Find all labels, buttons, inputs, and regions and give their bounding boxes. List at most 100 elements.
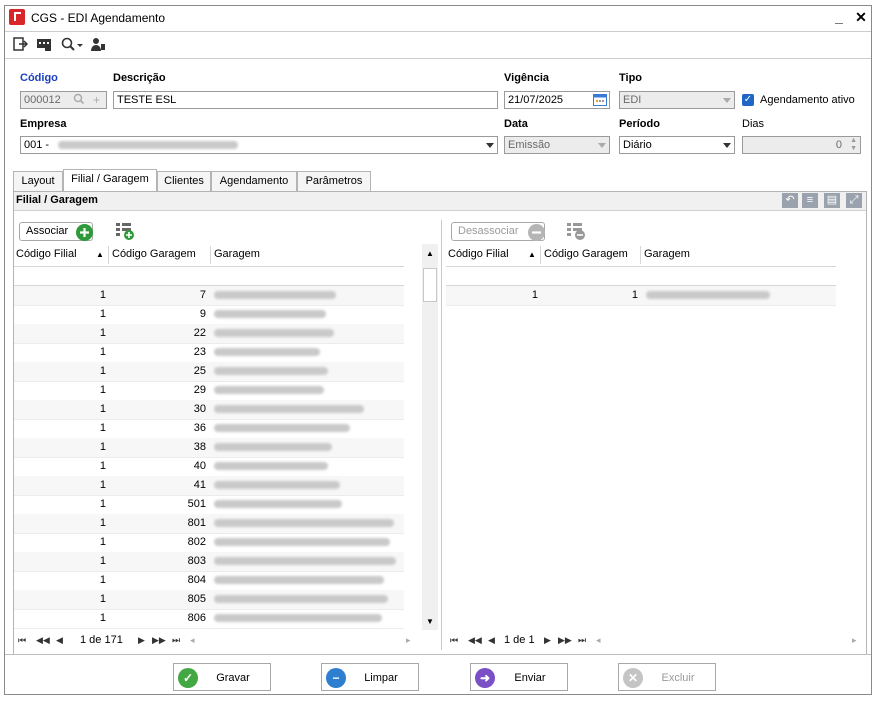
agendamento-ativo-checkbox[interactable]: ✓ [742, 94, 754, 106]
prev-page-icon[interactable]: ◀ [56, 635, 63, 646]
col-codigo-filial[interactable]: Código Filial [16, 248, 77, 260]
stepper-arrows-icon[interactable]: ▲ ▼ [850, 137, 857, 153]
sort-asc-icon[interactable]: ▲ [528, 250, 536, 259]
app-logo-icon [9, 9, 25, 25]
cell-codigo-filial: 1 [99, 479, 106, 491]
user-icon[interactable] [89, 36, 107, 52]
table-row[interactable]: 1 40 [14, 457, 404, 477]
table-row[interactable]: 1 25 [14, 362, 404, 382]
next-block-icon[interactable]: ▶▶ [152, 635, 166, 646]
next-page-icon[interactable]: ▶ [138, 635, 145, 646]
codigo-field[interactable]: 000012 + [20, 91, 107, 109]
table-row[interactable]: 1 30 [14, 400, 404, 420]
last-page-icon[interactable]: ⏭ [172, 635, 180, 646]
exit-icon[interactable] [11, 36, 29, 52]
table-row[interactable]: 1 22 [14, 324, 404, 344]
cell-codigo-garagem: 805 [187, 593, 206, 605]
tab-layout[interactable]: Layout [13, 171, 63, 191]
redacted-text [214, 405, 364, 414]
panel-title: Filial / Garagem [16, 194, 98, 206]
expand-icon[interactable]: ⤢ [846, 193, 862, 208]
cell-garagem [214, 533, 390, 551]
add-icon[interactable]: + [93, 92, 100, 108]
clipboard-icon[interactable]: ▤ [824, 193, 840, 208]
first-page-icon[interactable]: ⏮ [18, 635, 26, 646]
cell-codigo-garagem: 23 [193, 346, 206, 358]
gravar-button[interactable]: ✓ Gravar [173, 663, 271, 691]
table-row[interactable]: 1 36 [14, 419, 404, 439]
desassociar-button[interactable]: Desassociar [451, 222, 545, 241]
table-row[interactable]: 1 29 [14, 381, 404, 401]
limpar-button[interactable]: − Limpar [321, 663, 419, 691]
table-row[interactable]: 1 38 [14, 438, 404, 458]
associar-button[interactable]: Associar [19, 222, 93, 241]
filter-row[interactable] [14, 267, 404, 286]
table-row[interactable]: 1 801 [14, 514, 404, 534]
table-row[interactable]: 1 23 [14, 343, 404, 363]
next-page-icon[interactable]: ▶ [544, 635, 551, 646]
sort-asc-icon[interactable]: ▲ [96, 250, 104, 259]
next-block-icon[interactable]: ▶▶ [558, 635, 572, 646]
cell-garagem [214, 381, 324, 399]
vigencia-field[interactable]: 21/07/2025 [504, 91, 610, 109]
col-codigo-filial[interactable]: Código Filial [448, 248, 509, 260]
filter-row[interactable] [446, 267, 836, 286]
tab-clientes[interactable]: Clientes [157, 171, 211, 191]
table-row[interactable]: 1 805 [14, 590, 404, 610]
table-row[interactable]: 1 804 [14, 571, 404, 591]
table-row[interactable]: 19 [14, 305, 404, 325]
scroll-down-icon[interactable]: ▼ [426, 617, 434, 626]
cell-codigo-filial: 1 [99, 384, 106, 396]
list-icon[interactable] [35, 36, 53, 52]
tipo-select[interactable]: EDI [619, 91, 735, 109]
prev-block-icon[interactable]: ◀◀ [468, 635, 482, 646]
dias-stepper[interactable]: 0 ▲ ▼ [742, 136, 861, 154]
table-row[interactable]: 1 41 [14, 476, 404, 496]
table-row[interactable]: 17 [14, 286, 404, 306]
periodo-select[interactable]: Diário [619, 136, 735, 154]
search-icon[interactable] [59, 36, 85, 52]
add-circle-icon [76, 224, 93, 241]
prev-page-icon[interactable]: ◀ [488, 635, 495, 646]
scroll-right-icon[interactable]: ▸ [852, 635, 857, 646]
splitter[interactable] [441, 220, 442, 650]
first-page-icon[interactable]: ⏮ [450, 635, 458, 646]
tab-parametros[interactable]: Parâmetros [297, 171, 371, 191]
scroll-up-icon[interactable]: ▲ [426, 249, 434, 258]
table-row[interactable]: 1 802 [14, 533, 404, 553]
col-garagem[interactable]: Garagem [644, 248, 690, 260]
lookup-icon[interactable] [73, 92, 85, 108]
last-page-icon[interactable]: ⏭ [578, 635, 586, 646]
remove-all-icon[interactable] [566, 221, 586, 241]
scroll-left-icon[interactable]: ◂ [190, 635, 195, 646]
col-codigo-garagem[interactable]: Código Garagem [112, 248, 196, 260]
tab-filial-garagem[interactable]: Filial / Garagem [63, 169, 157, 192]
table-row[interactable]: 11 [446, 286, 836, 306]
table-row[interactable]: 1 501 [14, 495, 404, 515]
list-view-icon[interactable]: ≡ [802, 193, 818, 208]
enviar-button[interactable]: ➜ Enviar [470, 663, 568, 691]
right-pager: ⏮ ◀◀ ◀ 1 de 1 ▶ ▶▶ ⏭ ◂ ▸ [446, 630, 864, 652]
close-button[interactable]: ✕ [853, 9, 869, 25]
scroll-right-icon[interactable]: ▸ [406, 635, 411, 646]
codigo-label: Código [20, 72, 58, 84]
left-scrollbar[interactable]: ▲ ▼ [422, 244, 438, 630]
empresa-select[interactable]: 001 - [20, 136, 498, 154]
col-garagem[interactable]: Garagem [214, 248, 260, 260]
table-row[interactable]: 1 803 [14, 552, 404, 572]
excluir-button[interactable]: ✕ Excluir [618, 663, 716, 691]
tipo-label: Tipo [619, 72, 643, 84]
undo-icon[interactable]: ↶ [782, 193, 798, 208]
scrollbar-thumb[interactable] [423, 268, 437, 302]
add-all-icon[interactable] [115, 221, 135, 241]
redacted-text [214, 329, 334, 338]
tab-agendamento[interactable]: Agendamento [211, 171, 297, 191]
minimize-button[interactable]: _ [831, 9, 847, 25]
prev-block-icon[interactable]: ◀◀ [36, 635, 50, 646]
table-row[interactable]: 1 806 [14, 609, 404, 629]
calendar-icon[interactable] [593, 93, 607, 108]
scroll-left-icon[interactable]: ◂ [596, 635, 601, 646]
data-select[interactable]: Emissão [504, 136, 610, 154]
col-codigo-garagem[interactable]: Código Garagem [544, 248, 628, 260]
descricao-field[interactable]: TESTE ESL [113, 91, 498, 109]
